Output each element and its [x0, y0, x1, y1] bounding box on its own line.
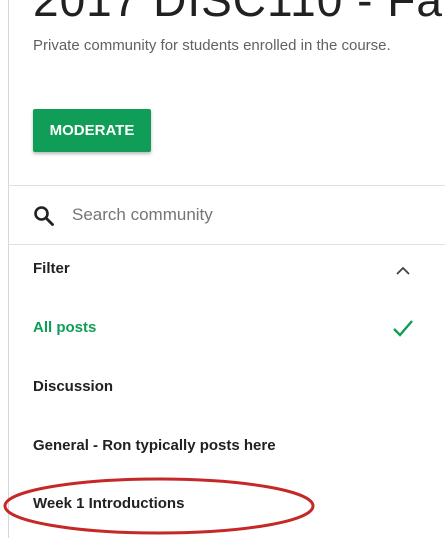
- filter-header[interactable]: Filter: [8, 248, 445, 290]
- filter-item-label: All posts: [33, 319, 97, 336]
- check-icon: [393, 320, 413, 337]
- filter-item-discussion[interactable]: Discussion: [8, 362, 445, 412]
- filter-item-label: Discussion: [33, 378, 114, 395]
- community-description: Private community for students enrolled …: [33, 37, 391, 54]
- filter-item-label: Week 1 Introductions: [33, 495, 185, 512]
- filter-item-week-1-introductions[interactable]: Week 1 Introductions: [8, 479, 445, 529]
- community-title: 2017 DISC110 - Fall: [33, 0, 445, 26]
- filter-item-all-posts[interactable]: All posts: [8, 303, 445, 353]
- filter-label: Filter: [33, 260, 70, 277]
- search-bar[interactable]: [8, 186, 445, 244]
- search-input[interactable]: [72, 202, 412, 228]
- filter-item-label: General - Ron typically posts here: [33, 437, 276, 454]
- filter-item-general[interactable]: General - Ron typically posts here: [8, 421, 445, 471]
- moderate-button[interactable]: MODERATE: [33, 109, 151, 152]
- divider: [8, 244, 445, 245]
- search-icon[interactable]: [32, 204, 56, 228]
- chevron-up-icon[interactable]: [394, 262, 412, 280]
